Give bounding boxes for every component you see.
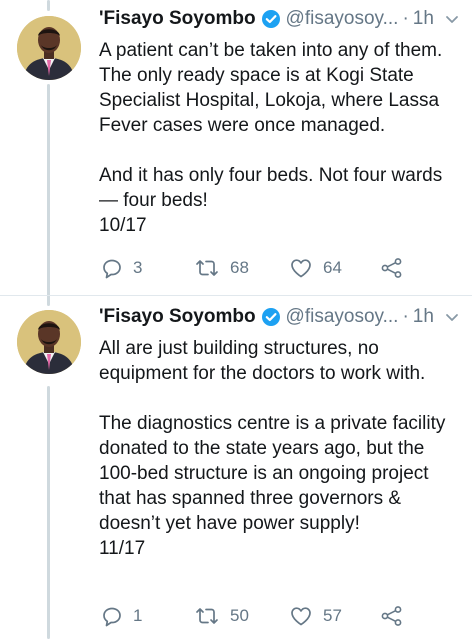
like-count: 64 xyxy=(323,258,342,277)
retweet-count: 68 xyxy=(230,258,249,277)
like-button[interactable]: 57 xyxy=(289,605,342,627)
share-icon xyxy=(380,257,404,279)
reply-icon xyxy=(101,605,123,627)
tweet-text: A patient can’t be taken into any of the… xyxy=(99,38,462,238)
tweet-paragraph: The diagnostics centre is a private faci… xyxy=(99,413,446,559)
tweet-paragraph: And it has only four beds. Not four ward… xyxy=(99,165,443,236)
reply-button[interactable]: 3 xyxy=(101,257,142,279)
retweet-icon xyxy=(194,605,220,627)
retweet-icon xyxy=(194,257,220,279)
reply-icon xyxy=(101,257,123,279)
reply-count: 1 xyxy=(133,606,143,625)
share-icon xyxy=(380,605,404,627)
avatar[interactable] xyxy=(17,16,81,80)
chevron-down-icon[interactable] xyxy=(444,11,464,27)
retweet-button[interactable]: 50 xyxy=(194,605,249,627)
share-button[interactable] xyxy=(380,605,404,627)
tweet-actions: 3 68 64 xyxy=(101,257,421,283)
tweet-paragraph: A patient can’t be taken into any of the… xyxy=(99,40,443,136)
reply-count: 3 xyxy=(133,258,143,277)
like-count: 57 xyxy=(323,606,342,625)
retweet-count: 50 xyxy=(230,606,249,625)
verified-badge-icon xyxy=(261,9,281,29)
timestamp[interactable]: 1h xyxy=(413,8,434,30)
tweet-paragraph: All are just building structures, no equ… xyxy=(99,338,426,384)
author-handle[interactable]: @fisayosoy... xyxy=(286,8,399,30)
retweet-button[interactable]: 68 xyxy=(194,257,249,279)
dot-separator: · xyxy=(402,8,409,29)
chevron-down-icon[interactable] xyxy=(444,309,464,325)
avatar[interactable] xyxy=(17,310,81,374)
verified-badge-icon xyxy=(261,307,281,327)
tweet-header: 'Fisayo Soyombo @fisayosoy... · 1h xyxy=(99,304,464,330)
tweet-card[interactable]: 'Fisayo Soyombo @fisayosoy... · 1h A pat… xyxy=(0,0,472,295)
tweet-header: 'Fisayo Soyombo @fisayosoy... · 1h xyxy=(99,6,464,32)
author-name[interactable]: 'Fisayo Soyombo xyxy=(99,306,256,328)
reply-button[interactable]: 1 xyxy=(101,605,142,627)
timestamp[interactable]: 1h xyxy=(413,306,434,328)
dot-separator: · xyxy=(402,306,409,327)
author-name[interactable]: 'Fisayo Soyombo xyxy=(99,8,256,30)
tweet-text: All are just building structures, no equ… xyxy=(99,336,462,561)
tweet-card[interactable]: 'Fisayo Soyombo @fisayosoy... · 1h All a… xyxy=(0,296,472,639)
author-handle[interactable]: @fisayosoy... xyxy=(286,306,399,328)
heart-icon xyxy=(289,257,313,279)
share-button[interactable] xyxy=(380,257,404,279)
tweet-actions: 1 50 57 xyxy=(101,605,421,631)
like-button[interactable]: 64 xyxy=(289,257,342,279)
heart-icon xyxy=(289,605,313,627)
